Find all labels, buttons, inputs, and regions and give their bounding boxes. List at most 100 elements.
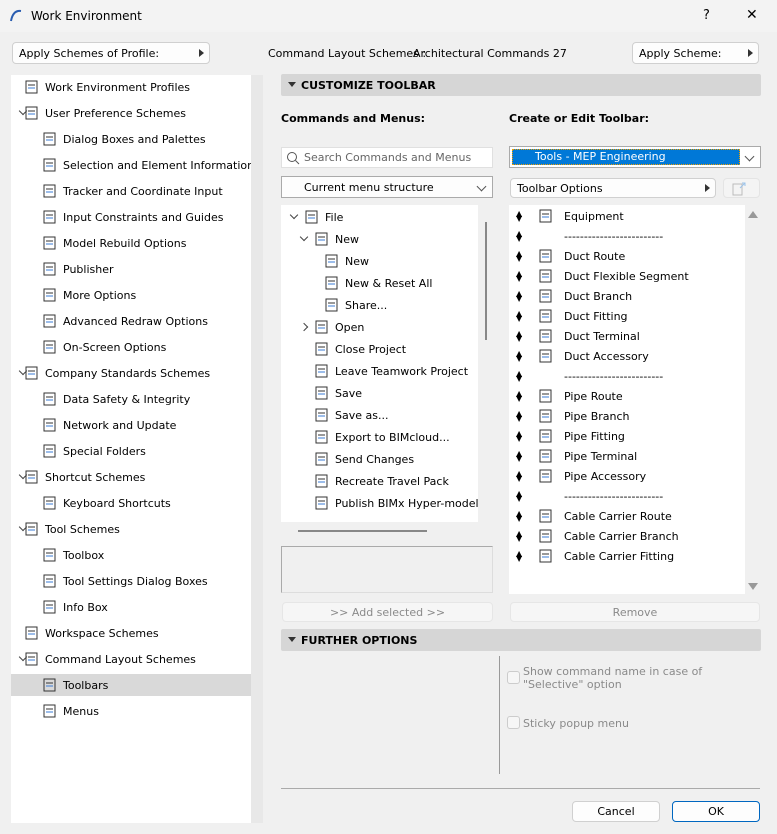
cancel-button[interactable]: Cancel [572,801,660,822]
toolbar-options-button[interactable]: Toolbar Options [510,178,716,198]
sticky-popup-checkbox[interactable] [507,716,520,729]
toolbar-item[interactable]: ▲ ▼ Pipe Accessory [509,466,745,486]
splitter[interactable] [251,75,263,823]
reorder-handle-icon[interactable]: ▲ ▼ [516,370,522,383]
tree-item[interactable]: Info Box [11,596,108,618]
tree-item[interactable]: On-Screen Options [11,336,166,358]
reorder-handle-icon[interactable]: ▲ ▼ [516,410,522,423]
toolbar-item[interactable]: ▲ ▼ Pipe Terminal [509,446,745,466]
apply-profile-button[interactable]: Apply Schemes of Profile: [12,42,210,64]
toolbar-item[interactable]: ▲ ▼ Duct Fitting [509,306,745,326]
toolbar-item[interactable]: ▲ ▼ Duct Branch [509,286,745,306]
further-options-header[interactable]: FURTHER OPTIONS [281,629,761,651]
tree-item[interactable]: Tool Settings Dialog Boxes [11,570,208,592]
menu-tree-item[interactable]: Open [299,316,364,338]
reorder-handle-icon[interactable]: ▲ ▼ [516,310,522,323]
menu-tree-item[interactable]: Save [313,382,362,404]
menu-tree-item[interactable]: Export to BIMcloud... [313,426,450,448]
tree-item[interactable]: Menus [11,700,99,722]
remove-button[interactable]: Remove [510,602,760,622]
apply-scheme-button[interactable]: Apply Scheme: [632,42,759,64]
reorder-handle-icon[interactable]: ▲ ▼ [516,210,522,223]
menu-tree-item[interactable]: Publish BIMx Hyper-model... [313,492,478,514]
chevron-right-icon[interactable] [299,322,309,332]
reorder-handle-icon[interactable]: ▲ ▼ [516,490,522,503]
toolbar-item[interactable]: ▲ ▼ Cable Carrier Branch [509,526,745,546]
toolbar-item[interactable]: ▲ ▼ ------------------------- [509,486,745,506]
toolbar-item[interactable]: ▲ ▼ Duct Accessory [509,346,745,366]
toolbar-item[interactable]: ▲ ▼ Duct Route [509,246,745,266]
tree-item[interactable]: Network and Update [11,414,176,436]
tree-item[interactable]: Input Constraints and Guides [11,206,223,228]
toolbar-item[interactable]: ▲ ▼ Cable Carrier Fitting [509,546,745,566]
toolbar-item[interactable]: ▲ ▼ ------------------------- [509,226,745,246]
menu-tree-item[interactable]: New & Reset All [323,272,432,294]
reorder-handle-icon[interactable]: ▲ ▼ [516,330,522,343]
toolbar-item[interactable]: ▲ ▼ Pipe Fitting [509,426,745,446]
toolbar-item[interactable]: ▲ ▼ Equipment [509,206,745,226]
ok-button[interactable]: OK [672,801,760,822]
chevron-down-icon[interactable] [289,210,299,220]
toolbar-item[interactable]: ▲ ▼ Cable Carrier Route [509,506,745,526]
reorder-handle-icon[interactable]: ▲ ▼ [516,430,522,443]
menu-tree-item[interactable]: Send Changes [313,448,414,470]
tree-item[interactable]: Tool Schemes [18,518,120,540]
search-input[interactable]: Search Commands and Menus [281,147,493,168]
tree-item[interactable]: Company Standards Schemes [18,362,210,384]
reorder-handle-icon[interactable]: ▲ ▼ [516,390,522,403]
menu-tree-item[interactable]: Share... [323,294,387,316]
menu-tree-item[interactable]: Save as... [313,404,388,426]
tree-item[interactable]: Publisher [11,258,114,280]
tree-item[interactable]: Dialog Boxes and Palettes [11,128,206,150]
toolbar-item[interactable]: ▲ ▼ Pipe Branch [509,406,745,426]
export-toolbar-button[interactable] [723,178,760,198]
tree-item[interactable]: Special Folders [11,440,146,462]
menu-tree-item[interactable]: Close Project [313,338,406,360]
toolbar-dropdown[interactable]: Tools - MEP Engineering [509,146,761,168]
reorder-handle-icon[interactable]: ▲ ▼ [516,550,522,563]
reorder-handle-icon[interactable]: ▲ ▼ [516,530,522,543]
help-button[interactable]: ? [703,8,710,23]
tree-item[interactable]: Toolbox [11,544,104,566]
toolbar-item[interactable]: ▲ ▼ Duct Flexible Segment [509,266,745,286]
tree-item[interactable]: Selection and Element Information [11,154,254,176]
menu-tree-item[interactable]: File [289,206,343,228]
tree-item[interactable]: Tracker and Coordinate Input [11,180,223,202]
reorder-handle-icon[interactable]: ▲ ▼ [516,350,522,363]
menu-tree-hscrollbar[interactable] [298,530,427,532]
tree-item[interactable]: Toolbars [11,674,251,696]
reorder-handle-icon[interactable]: ▲ ▼ [516,250,522,263]
menu-structure-dropdown[interactable]: Current menu structure [281,176,493,198]
customize-toolbar-header[interactable]: CUSTOMIZE TOOLBAR [281,74,761,96]
add-selected-button[interactable]: >> Add selected >> [282,602,493,622]
menu-tree-item[interactable]: Leave Teamwork Project [313,360,468,382]
show-command-name-checkbox[interactable] [507,671,520,684]
tree-item[interactable]: Advanced Redraw Options [11,310,208,332]
menu-tree-item[interactable]: Recreate Travel Pack [313,470,449,492]
toolbar-item[interactable]: ▲ ▼ Duct Terminal [509,326,745,346]
tree-item[interactable]: Shortcut Schemes [18,466,145,488]
toolbar-item[interactable]: ▲ ▼ Pipe Route [509,386,745,406]
tree-item[interactable]: Data Safety & Integrity [11,388,190,410]
tree-item[interactable]: Command Layout Schemes [18,648,196,670]
tree-item[interactable]: Model Rebuild Options [11,232,186,254]
menu-tree-item[interactable]: New [299,228,359,250]
tree-item[interactable]: Work Environment Profiles [23,76,190,98]
menu-tree-item[interactable]: New [323,250,369,272]
toolbar-item[interactable]: ▲ ▼ ------------------------- [509,366,745,386]
reorder-handle-icon[interactable]: ▲ ▼ [516,510,522,523]
tree-item[interactable]: Workspace Schemes [23,622,159,644]
tree-item[interactable]: More Options [11,284,136,306]
reorder-handle-icon[interactable]: ▲ ▼ [516,450,522,463]
reorder-handle-icon[interactable]: ▲ ▼ [516,230,522,243]
reorder-handle-icon[interactable]: ▲ ▼ [516,270,522,283]
menu-tree-vscrollbar[interactable] [485,222,487,340]
tree-item[interactable]: User Preference Schemes [18,102,186,124]
scroll-up-icon[interactable] [748,211,758,218]
close-button[interactable]: ✕ [746,7,758,23]
reorder-handle-icon[interactable]: ▲ ▼ [516,290,522,303]
scroll-down-icon[interactable] [748,583,758,590]
reorder-handle-icon[interactable]: ▲ ▼ [516,470,522,483]
tree-item[interactable]: Keyboard Shortcuts [11,492,171,514]
chevron-down-icon[interactable] [299,232,309,242]
